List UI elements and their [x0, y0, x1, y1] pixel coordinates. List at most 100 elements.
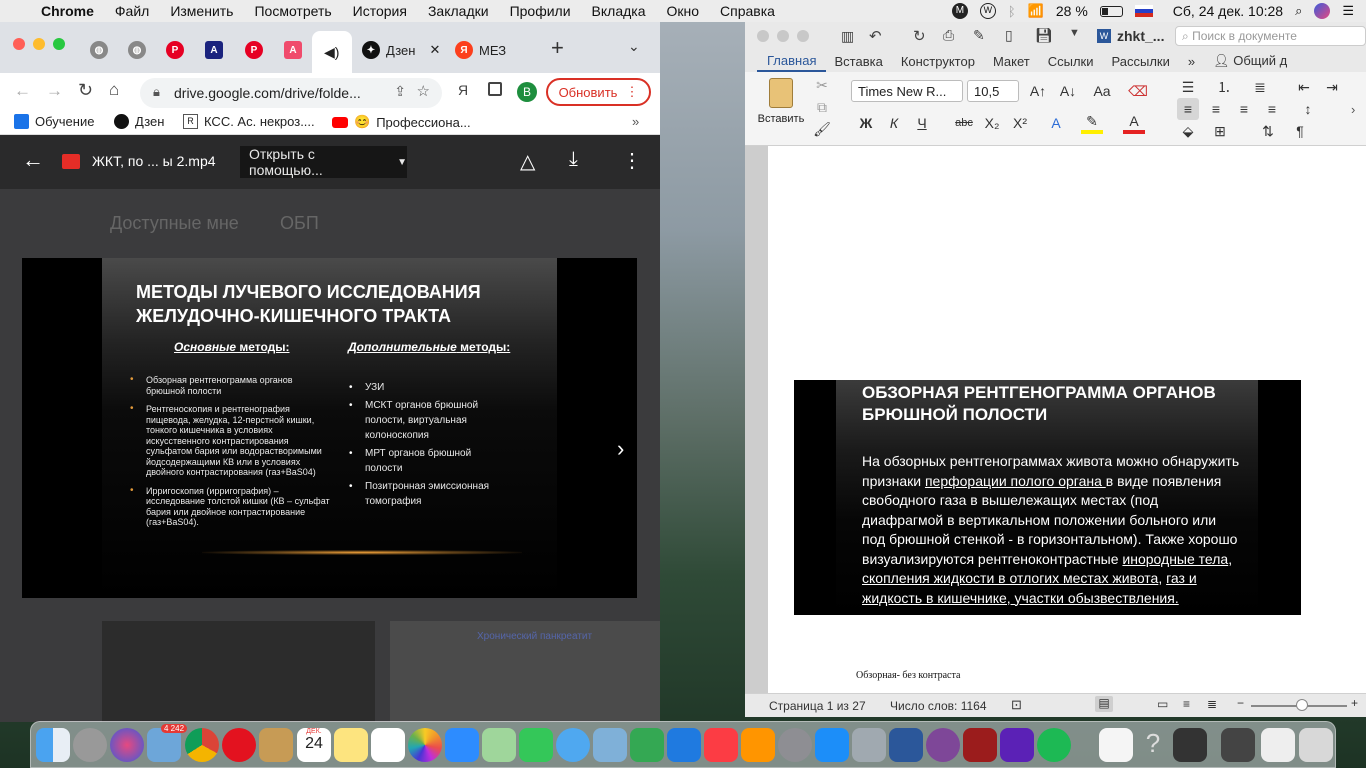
books-icon[interactable]: [741, 728, 775, 762]
tor-icon[interactable]: [926, 728, 960, 762]
notes-icon[interactable]: [334, 728, 368, 762]
bookmark-kss[interactable]: R КСС. Ас. некроз....: [183, 114, 315, 129]
numbers-icon[interactable]: [630, 728, 664, 762]
borders-icon[interactable]: ⊞: [1209, 120, 1231, 142]
video-frame[interactable]: МЕТОДЫ ЛУЧЕВОГО ИССЛЕДОВАНИЯ ЖЕЛУДОЧНО-К…: [22, 258, 637, 598]
avatar[interactable]: В: [517, 82, 537, 102]
justify-icon[interactable]: ≡: [1261, 98, 1283, 120]
menu-tab[interactable]: Вкладка: [592, 3, 646, 19]
embedded-slide-image[interactable]: ОБЗОРНАЯ РЕНТГЕНОГРАММА ОРГАНОВ БРЮШНОЙ …: [794, 380, 1301, 615]
grow-font-icon[interactable]: A↑: [1027, 80, 1049, 102]
tab-active-audio[interactable]: ◀): [312, 31, 352, 73]
music-icon[interactable]: [704, 728, 738, 762]
word-count[interactable]: Число слов: 1164: [890, 699, 987, 713]
zoom-window-button[interactable]: [53, 38, 65, 50]
calendar-icon[interactable]: ДЕК. 24: [297, 728, 331, 762]
outline-view-icon[interactable]: ≡: [1183, 697, 1190, 711]
sidebar-icon[interactable]: [488, 82, 502, 96]
home-icon[interactable]: ⌂: [109, 80, 119, 100]
show-formatting-icon[interactable]: ¶: [1289, 120, 1311, 142]
battery-icon[interactable]: [1099, 5, 1123, 17]
image-capture-icon[interactable]: [852, 728, 886, 762]
tab-3[interactable]: P: [166, 36, 184, 64]
multilevel-list-icon[interactable]: ≣: [1249, 76, 1271, 98]
tab-dzen[interactable]: ✦ Дзен ✕: [362, 36, 440, 64]
edit-icon[interactable]: ✎: [973, 27, 985, 44]
bookmark-prof[interactable]: 😊 Профессиона...: [332, 114, 471, 130]
minimize-window-button[interactable]: [33, 38, 45, 50]
document-search-field[interactable]: ⌕ Поиск в документе: [1175, 26, 1366, 46]
subscript-icon[interactable]: X₂: [981, 112, 1003, 134]
superscript-icon[interactable]: X²: [1009, 112, 1031, 134]
chrome-app-icon[interactable]: [185, 728, 219, 762]
tab-1[interactable]: ◍: [90, 36, 108, 64]
underline-button[interactable]: Ч: [911, 112, 933, 134]
input-source-flag-icon[interactable]: [1134, 5, 1153, 17]
page-count[interactable]: Страница 1 из 27: [769, 699, 866, 713]
menu-help[interactable]: Справка: [720, 3, 775, 19]
bookmarks-overflow-icon[interactable]: »: [632, 114, 639, 129]
wordpress-icon[interactable]: W: [979, 3, 996, 19]
forward-arrow-icon[interactable]: →: [46, 81, 63, 101]
window-thumbnail[interactable]: [1173, 728, 1207, 762]
add-to-drive-icon[interactable]: △: [520, 149, 535, 174]
status-m-icon[interactable]: M: [951, 3, 968, 19]
wifi-icon[interactable]: 📶: [1028, 3, 1044, 19]
facetime-icon[interactable]: [519, 728, 553, 762]
spotlight-search-icon[interactable]: ⌕: [1295, 3, 1302, 19]
tab-references[interactable]: Ссылки: [1048, 54, 1112, 69]
siri-icon[interactable]: [110, 728, 144, 762]
tab-design[interactable]: Конструктор: [901, 54, 993, 69]
change-case-icon[interactable]: Aa: [1091, 80, 1113, 102]
download-icon[interactable]: ⤓: [569, 148, 578, 171]
tab-6[interactable]: A: [284, 36, 302, 64]
app-store-icon[interactable]: [815, 728, 849, 762]
customize-caret-icon[interactable]: ▼: [1069, 27, 1080, 39]
proofing-icon[interactable]: ⊡: [1011, 697, 1022, 713]
clock[interactable]: Сб, 24 дек. 10:28: [1173, 3, 1283, 19]
zoom-slider-thumb[interactable]: [1296, 699, 1308, 711]
finder-icon[interactable]: [36, 728, 70, 762]
tab-2[interactable]: ◍: [128, 36, 146, 64]
control-center-icon[interactable]: ☰: [1342, 3, 1354, 19]
update-button[interactable]: Обновить ⋮: [546, 78, 651, 106]
shading-icon[interactable]: ⬙: [1177, 120, 1199, 142]
zoom-in-icon[interactable]: +: [1351, 696, 1358, 710]
reminders-icon[interactable]: [371, 728, 405, 762]
copy-icon[interactable]: ⧉: [811, 96, 833, 118]
system-preferences-icon[interactable]: [778, 728, 812, 762]
tab-search-chevron-icon[interactable]: ⌄: [628, 38, 640, 55]
bookmark-star-icon[interactable]: ☆: [417, 82, 430, 100]
font-color-icon[interactable]: A: [1123, 112, 1145, 134]
address-bar[interactable]: 🔒︎ drive.google.com/drive/folde... ⇪ ☆: [140, 78, 442, 108]
maps-icon[interactable]: [482, 728, 516, 762]
save-icon[interactable]: 💾︎: [1035, 27, 1053, 44]
sort-icon[interactable]: ⇅: [1257, 120, 1279, 142]
keynote-icon[interactable]: [667, 728, 701, 762]
align-center-icon[interactable]: ≡: [1205, 98, 1227, 120]
window-thumbnail[interactable]: [1221, 728, 1255, 762]
zoom-app-icon[interactable]: [445, 728, 479, 762]
ribbon-overflow-icon[interactable]: ›: [1351, 102, 1355, 117]
menu-history[interactable]: История: [353, 3, 407, 19]
paste-button[interactable]: Вставить: [753, 78, 809, 125]
app-menu[interactable]: Chrome: [41, 3, 94, 19]
launchpad-icon[interactable]: [73, 728, 107, 762]
numbering-icon[interactable]: ⒈: [1213, 76, 1235, 98]
sidebar-icon[interactable]: ▥: [841, 28, 854, 45]
close-tab-icon[interactable]: ✕: [429, 42, 440, 58]
decrease-indent-icon[interactable]: ⇤: [1293, 76, 1315, 98]
align-left-icon[interactable]: ≡: [1177, 98, 1199, 120]
share-icon[interactable]: ⇪: [394, 83, 406, 100]
tab-mez[interactable]: Я МЕЗ: [455, 36, 506, 64]
preview-icon[interactable]: [593, 728, 627, 762]
trash-icon[interactable]: [1299, 728, 1333, 762]
menu-bookmarks[interactable]: Закладки: [428, 3, 489, 19]
close-window-button[interactable]: [13, 38, 25, 50]
messages-icon[interactable]: [556, 728, 590, 762]
print-layout-icon[interactable]: ▤: [1095, 696, 1113, 712]
siri-icon[interactable]: [1314, 3, 1331, 19]
flash-player-icon[interactable]: [963, 728, 997, 762]
new-tab-button[interactable]: +: [551, 35, 564, 61]
bookmark-dzen[interactable]: Дзен: [114, 114, 164, 129]
